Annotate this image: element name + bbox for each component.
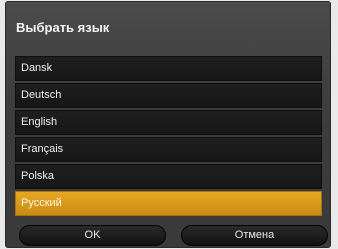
language-dialog: Выбрать язык Dansk Deutsch English Franç… [5,1,331,248]
language-list: Dansk Deutsch English Français Polska Ру… [15,56,322,218]
cancel-button[interactable]: Отмена [181,225,328,246]
dialog-buttons: OK Отмена [15,225,328,246]
language-item-polska[interactable]: Polska [15,164,322,189]
language-item-dansk[interactable]: Dansk [15,56,322,81]
language-item-francais[interactable]: Français [15,137,322,162]
dialog-title: Выбрать язык [16,20,110,35]
ok-button[interactable]: OK [19,225,166,246]
language-item-deutsch[interactable]: Deutsch [15,83,322,108]
language-item-russian[interactable]: Русский [15,191,322,216]
language-item-english[interactable]: English [15,110,322,135]
